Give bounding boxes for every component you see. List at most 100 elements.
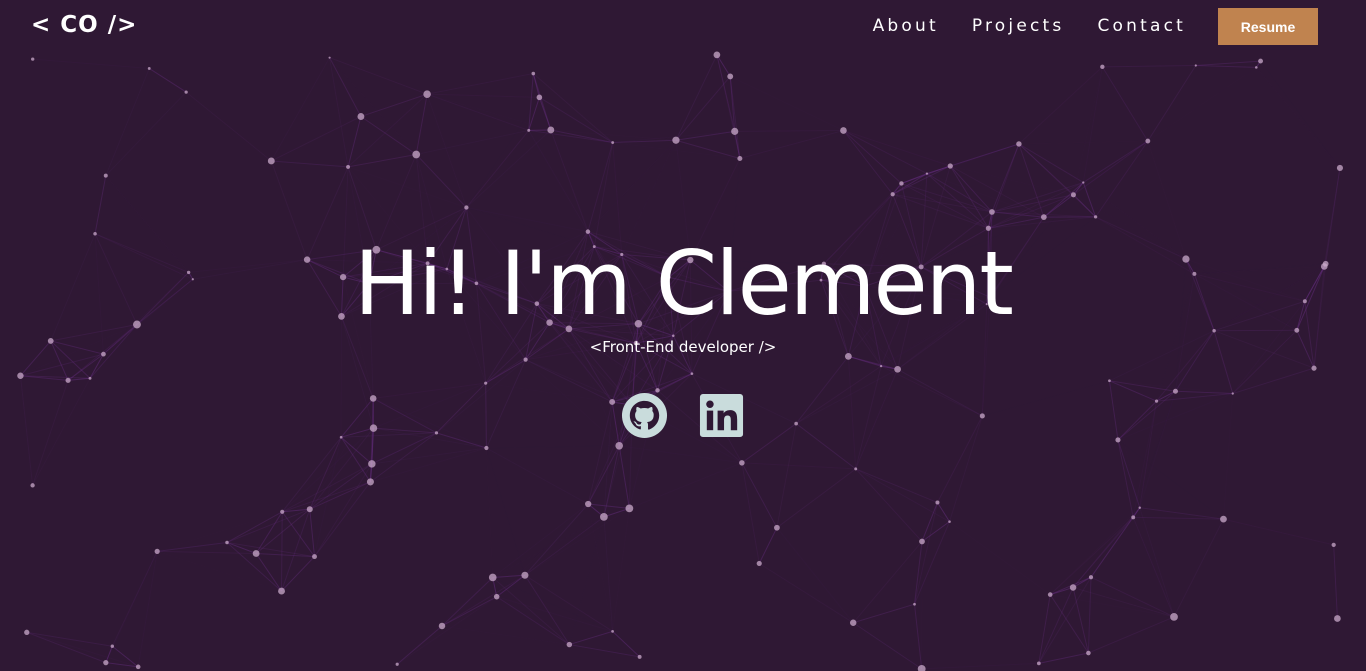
network-line (539, 96, 613, 143)
network-dot (306, 506, 313, 513)
network-dot (899, 181, 904, 186)
network-dot (24, 629, 30, 635)
network-line (255, 511, 283, 554)
network-dot (913, 602, 916, 606)
network-dot (312, 554, 317, 560)
network-dot (1016, 141, 1022, 147)
network-line (361, 117, 376, 250)
network-line (1018, 66, 1103, 145)
network-line (741, 462, 856, 470)
network-line (347, 153, 417, 168)
network-line (370, 447, 487, 483)
network-dot (412, 150, 421, 159)
network-line (442, 626, 569, 645)
network-dot (267, 157, 275, 165)
network-line (852, 541, 923, 624)
network-dot (727, 73, 734, 80)
network-dot (531, 71, 536, 76)
github-icon (621, 392, 668, 439)
github-link[interactable] (621, 392, 668, 439)
network-dot (1036, 661, 1041, 666)
network-line (776, 423, 797, 528)
network-dot (585, 500, 592, 508)
linkedin-icon (699, 393, 744, 438)
network-line (950, 166, 1073, 195)
network-dot (1047, 592, 1053, 597)
network-line (1109, 380, 1176, 392)
network-dot (611, 141, 615, 144)
nav-link-projects[interactable]: Projects (972, 16, 1065, 36)
network-dot (357, 113, 365, 120)
network-line (901, 182, 993, 213)
network-line (89, 353, 104, 379)
network-line (157, 512, 282, 552)
network-line (532, 73, 540, 98)
logo[interactable]: < CO /> (31, 12, 137, 38)
nav-link-about[interactable]: About (873, 16, 939, 36)
linkedin-link[interactable] (698, 392, 745, 439)
network-dot (985, 225, 991, 231)
network-line (716, 54, 741, 159)
network-dot (484, 381, 488, 385)
network-line (282, 481, 371, 513)
network-dot (849, 619, 857, 627)
network-line (1195, 60, 1261, 67)
network-line (1073, 67, 1102, 195)
network-line (1082, 66, 1103, 183)
resume-button[interactable]: Resume (1218, 8, 1318, 45)
network-dot (103, 659, 109, 666)
network-dot (774, 524, 780, 531)
network-dot (154, 548, 160, 554)
network-dot (615, 441, 623, 450)
network-line (271, 160, 349, 168)
network-dot (493, 593, 500, 600)
network-line (105, 646, 113, 663)
network-line (441, 596, 497, 627)
network-line (105, 91, 187, 176)
network-line (270, 57, 331, 162)
network-line (1090, 517, 1134, 578)
network-dot (756, 560, 762, 567)
network-line (1261, 61, 1340, 168)
network-dot (1336, 164, 1343, 172)
network-line (550, 129, 676, 141)
network-line (734, 130, 844, 132)
network-line (1101, 66, 1149, 142)
network-dot (280, 509, 285, 514)
network-dot (1086, 650, 1091, 656)
network-dot (1108, 379, 1111, 383)
network-dot (464, 205, 469, 210)
network-dot (110, 644, 115, 648)
network-dot (395, 662, 399, 666)
network-line (855, 468, 950, 523)
network-dot (925, 172, 929, 175)
network-dot (600, 513, 608, 521)
network-line (347, 166, 467, 208)
network-line (524, 503, 589, 576)
network-dot (1069, 584, 1077, 591)
network-dot (88, 376, 92, 380)
network-line (603, 507, 630, 518)
network-line (1333, 544, 1338, 619)
network-line (26, 631, 113, 647)
network-line (370, 432, 437, 483)
network-line (426, 93, 529, 131)
network-line (347, 116, 362, 168)
network-dot (935, 500, 940, 505)
network-line (309, 481, 371, 510)
network-dot (919, 538, 925, 545)
network-line (105, 68, 150, 176)
network-dot (521, 571, 529, 579)
network-line (950, 165, 1045, 218)
network-line (1139, 507, 1175, 618)
network-dot (611, 629, 614, 633)
nav-link-contact[interactable]: Contact (1097, 16, 1186, 36)
network-dot (225, 540, 229, 545)
network-dot (879, 364, 883, 368)
network-dot (135, 664, 141, 670)
network-line (309, 509, 316, 557)
network-line (26, 631, 107, 664)
network-dot (948, 520, 951, 523)
network-dot (1331, 542, 1336, 547)
network-line (1072, 587, 1175, 618)
